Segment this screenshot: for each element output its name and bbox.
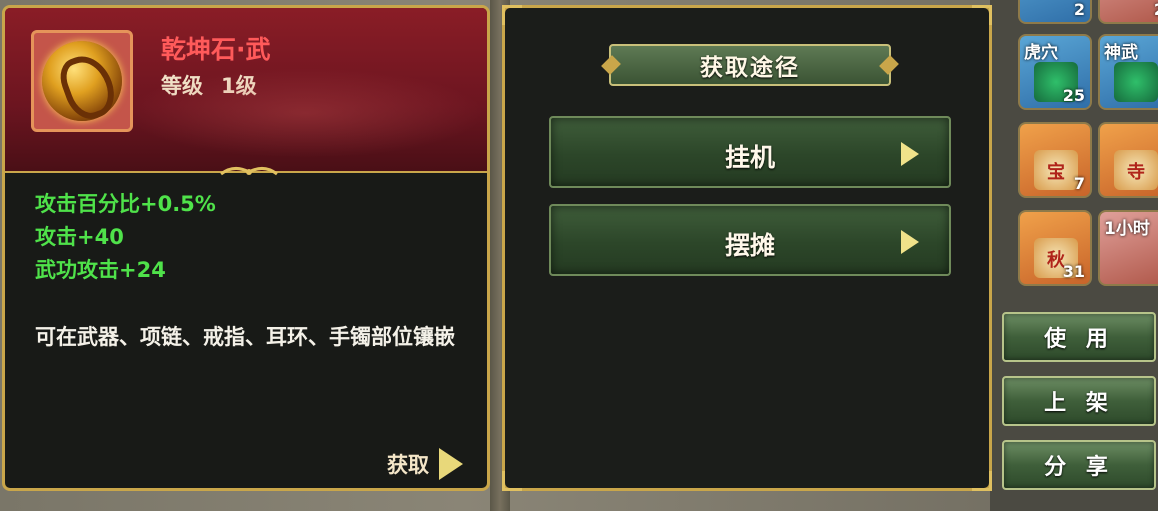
corner-ornament-icon xyxy=(502,5,522,25)
inventory-slot-top-1[interactable]: 2 xyxy=(1018,0,1092,24)
item-level: 等级 1级 xyxy=(161,70,257,100)
use-button[interactable]: 使 用 xyxy=(1002,312,1156,362)
stat-line: 攻击+40 xyxy=(35,225,124,249)
item-level-label: 等级 xyxy=(161,74,203,98)
source-label: 挂机 xyxy=(724,143,775,172)
corner-ornament-icon xyxy=(972,471,992,491)
source-stall-button[interactable]: 摆摊 xyxy=(549,204,951,276)
inventory-grid: 2 2 虎穴 25 神武 宝 7 寺 秋 31 1小时 xyxy=(990,0,1158,511)
corner-ornament-icon xyxy=(502,471,522,491)
stat-line: 武功攻击+24 xyxy=(35,258,166,282)
source-label: 摆摊 xyxy=(724,231,775,260)
item-level-value: 1级 xyxy=(221,74,257,98)
slot-count: 2 xyxy=(1073,0,1085,19)
item-icon-frame xyxy=(31,30,133,132)
play-arrow-icon xyxy=(901,230,919,254)
sources-title: 获取途径 xyxy=(601,44,899,86)
obtain-label: 获取 xyxy=(387,453,429,477)
slot-count: 25 xyxy=(1062,86,1085,105)
item-name: 乾坤石·武 xyxy=(161,35,271,64)
obtain-sources-panel: 获取途径 挂机 摆摊 xyxy=(502,5,992,491)
slot-label: 虎穴 xyxy=(1024,43,1058,63)
title-cap-icon xyxy=(601,55,621,75)
inventory-slot-divine-martial[interactable]: 神武 xyxy=(1098,34,1158,110)
scroll-glyph: 宝 xyxy=(1047,162,1065,183)
scroll-icon: 寺 xyxy=(1114,150,1158,190)
scroll-glyph: 寺 xyxy=(1127,162,1145,183)
inventory-slot-scroll-2[interactable]: 寺 xyxy=(1098,122,1158,198)
item-header: 乾坤石·武 等级 1级 xyxy=(5,8,487,173)
share-button[interactable]: 分 享 xyxy=(1002,440,1156,490)
inventory-slot-scroll-1[interactable]: 宝 7 xyxy=(1018,122,1092,198)
inventory-slot-one-hour[interactable]: 1小时 xyxy=(1098,210,1158,286)
slot-label: 1小时 xyxy=(1104,219,1150,239)
source-idle-button[interactable]: 挂机 xyxy=(549,116,951,188)
gem-stone-icon xyxy=(42,41,122,121)
jade-item-icon xyxy=(1114,62,1158,102)
sources-title-text: 获取途径 xyxy=(700,55,800,81)
item-detail-panel: 乾坤石·武 等级 1级 攻击百分比+0.5% 攻击+40 武功攻击+24 可在武器… xyxy=(2,5,490,491)
slot-count: 31 xyxy=(1062,262,1085,281)
play-arrow-icon xyxy=(439,448,463,480)
corner-ornament-icon xyxy=(972,5,992,25)
inventory-slot-top-2[interactable]: 2 xyxy=(1098,0,1158,24)
inventory-slot-tiger-den[interactable]: 虎穴 25 xyxy=(1018,34,1092,110)
scroll-icon: 宝 xyxy=(1034,150,1078,190)
slot-label: 神武 xyxy=(1104,43,1138,63)
item-description: 可在武器、项链、戒指、耳环、手镯部位镶嵌 xyxy=(35,325,455,349)
slot-count: 2 xyxy=(1154,0,1158,19)
title-cap-icon xyxy=(879,55,899,75)
scroll-ornament-icon xyxy=(220,167,278,176)
list-for-sale-button[interactable]: 上 架 xyxy=(1002,376,1156,426)
stat-line: 攻击百分比+0.5% xyxy=(35,192,216,216)
inventory-slot-scroll-3[interactable]: 秋 31 xyxy=(1018,210,1092,286)
play-arrow-icon xyxy=(901,142,919,166)
slot-count: 7 xyxy=(1073,174,1085,193)
obtain-button[interactable]: 获取 xyxy=(387,448,463,480)
